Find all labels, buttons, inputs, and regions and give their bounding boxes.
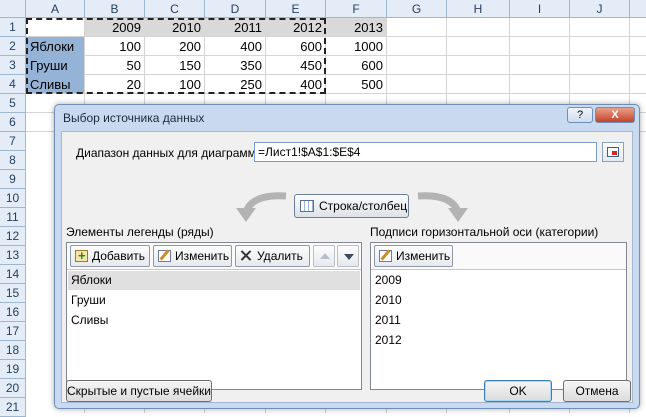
switch-row-column-icon xyxy=(300,200,314,212)
legend-toolbar: Добавить Изменить Удалить xyxy=(67,243,361,270)
help-button[interactable]: ? xyxy=(567,107,593,123)
row-header-11[interactable]: 11 xyxy=(0,208,26,227)
column-header-k[interactable] xyxy=(630,0,646,18)
range-select-icon xyxy=(607,147,619,157)
legend-item-apples[interactable]: Яблоки xyxy=(68,271,360,290)
cell-f1[interactable]: 2013 xyxy=(326,18,387,37)
column-header-c[interactable]: C xyxy=(145,0,205,18)
arrow-up-icon xyxy=(320,253,330,259)
row-header-1[interactable]: 1 xyxy=(0,18,26,37)
row-header-6[interactable]: 6 xyxy=(0,113,26,132)
delete-icon xyxy=(240,250,253,262)
edit-axis-button[interactable]: Изменить xyxy=(374,245,453,267)
select-data-source-dialog: Выбор источника данных ? X Диапазон данн… xyxy=(54,104,640,409)
row-header-12[interactable]: 12 xyxy=(0,227,26,246)
row-header-18[interactable]: 18 xyxy=(0,341,26,360)
row-header-4[interactable]: 4 xyxy=(0,75,26,94)
delete-series-label: Удалить xyxy=(257,249,303,263)
delete-series-button[interactable]: Удалить xyxy=(235,245,310,267)
dialog-titlebar[interactable]: Выбор источника данных ? X xyxy=(55,105,639,131)
row-header-5[interactable]: 5 xyxy=(0,94,26,113)
row-header-9[interactable]: 9 xyxy=(0,170,26,189)
row-header-19[interactable]: 19 xyxy=(0,360,26,379)
move-up-button[interactable] xyxy=(313,245,335,267)
row-header-15[interactable]: 15 xyxy=(0,284,26,303)
column-header-i[interactable]: I xyxy=(510,0,570,18)
row-header-21[interactable]: 21 xyxy=(0,398,26,417)
legend-section-label: Элементы легенды (ряды) xyxy=(66,225,214,239)
axis-toolbar: Изменить xyxy=(371,243,626,270)
column-header-j[interactable]: J xyxy=(570,0,630,18)
dialog-title: Выбор источника данных xyxy=(63,111,205,125)
add-series-label: Добавить xyxy=(92,249,146,263)
range-label: Диапазон данных для диаграммы: xyxy=(76,146,268,160)
legend-item-pears[interactable]: Груши xyxy=(68,291,360,310)
copy-marquee xyxy=(26,18,326,94)
axis-item-2009[interactable]: 2009 xyxy=(372,271,625,290)
row-header-2[interactable]: 2 xyxy=(0,37,26,56)
axis-section-label: Подписи горизонтальной оси (категории) xyxy=(370,225,599,239)
column-header-h[interactable]: H xyxy=(447,0,510,18)
add-series-button[interactable]: Добавить xyxy=(70,245,150,267)
row-header-3[interactable]: 3 xyxy=(0,56,26,75)
column-header-f[interactable]: F xyxy=(326,0,387,18)
axis-item-2012[interactable]: 2012 xyxy=(372,331,625,350)
column-header-d[interactable]: D xyxy=(205,0,266,18)
arrow-down-icon xyxy=(344,254,354,260)
axis-item-2010[interactable]: 2010 xyxy=(372,291,625,310)
ok-button[interactable]: OK xyxy=(484,380,552,402)
row-header-17[interactable]: 17 xyxy=(0,322,26,341)
cancel-button[interactable]: Отмена xyxy=(563,380,631,402)
axis-item-2011[interactable]: 2011 xyxy=(372,311,625,330)
edit-series-label: Изменить xyxy=(175,249,230,263)
row-header-8[interactable]: 8 xyxy=(0,151,26,170)
row-header-16[interactable]: 16 xyxy=(0,303,26,322)
move-down-button[interactable] xyxy=(337,245,359,267)
row-header-10[interactable]: 10 xyxy=(0,189,26,208)
edit-icon xyxy=(158,250,171,262)
curved-arrow-left-icon xyxy=(236,192,287,222)
row-header-13[interactable]: 13 xyxy=(0,246,26,265)
select-all-corner[interactable] xyxy=(0,0,26,18)
row-header-7[interactable]: 7 xyxy=(0,132,26,151)
row-header-14[interactable]: 14 xyxy=(0,265,26,284)
cell-f2[interactable]: 1000 xyxy=(326,37,387,56)
switch-row-column-button[interactable]: Строка/столбец xyxy=(294,194,409,218)
legend-series-panel: Добавить Изменить Удалить Яблоки Гру xyxy=(66,242,362,390)
cell-f4[interactable]: 500 xyxy=(326,75,387,94)
edit-axis-label: Изменить xyxy=(396,249,451,263)
edit-icon xyxy=(379,250,392,262)
collapse-dialog-button[interactable] xyxy=(602,142,624,162)
edit-series-button[interactable]: Изменить xyxy=(153,245,232,267)
switch-row-column-label: Строка/столбец xyxy=(319,199,408,213)
row-header-20[interactable]: 20 xyxy=(0,379,26,398)
chart-data-range-input[interactable]: =Лист1!$A$1:$E$4 xyxy=(254,142,597,162)
close-button[interactable]: X xyxy=(595,107,635,123)
column-header-e[interactable]: E xyxy=(266,0,326,18)
axis-labels-panel: Изменить 2009 2010 2011 2012 xyxy=(370,242,627,390)
column-header-g[interactable]: G xyxy=(387,0,447,18)
legend-item-plums[interactable]: Сливы xyxy=(68,311,360,330)
column-header-b[interactable]: B xyxy=(85,0,145,18)
column-header-a[interactable]: A xyxy=(26,0,85,18)
add-icon xyxy=(75,246,88,266)
curved-arrow-right-icon xyxy=(417,192,468,222)
hidden-empty-cells-button[interactable]: Скрытые и пустые ячейки xyxy=(66,380,212,402)
cell-f3[interactable]: 600 xyxy=(326,56,387,75)
dialog-body: Диапазон данных для диаграммы: =Лист1!$A… xyxy=(61,131,633,403)
